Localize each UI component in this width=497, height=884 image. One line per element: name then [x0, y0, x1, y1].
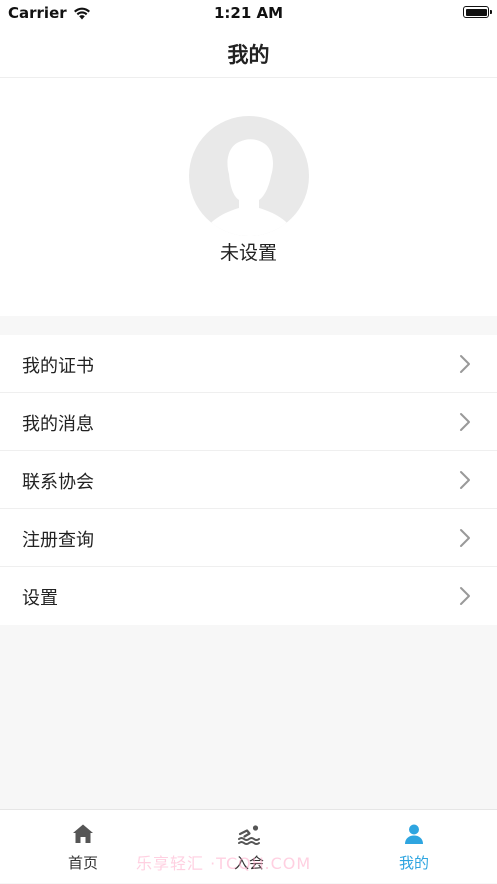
swimmer-icon	[238, 825, 260, 845]
menu-item-label: 注册查询	[22, 530, 94, 551]
battery-icon	[463, 6, 492, 18]
menu-item-contact-association[interactable]: 联系协会	[0, 451, 497, 509]
menu-item-label: 我的证书	[22, 356, 94, 377]
chevron-right-icon	[460, 471, 470, 489]
chevron-right-icon	[460, 355, 470, 373]
menu-item-messages[interactable]: 我的消息	[0, 393, 497, 451]
menu-item-registration-query[interactable]: 注册查询	[0, 509, 497, 567]
page-title: 我的	[227, 43, 270, 67]
home-icon	[73, 824, 93, 843]
navigation-bar: 我的	[0, 26, 497, 78]
user-name[interactable]: 未设置	[0, 238, 497, 265]
menu-item-certificates[interactable]: 我的证书	[0, 335, 497, 393]
status-time: 1:21 AM	[213, 4, 284, 22]
avatar-placeholder-icon[interactable]	[189, 116, 309, 236]
tab-mine[interactable]: 我的	[354, 810, 474, 884]
chevron-right-icon	[460, 529, 470, 547]
user-icon	[405, 824, 423, 844]
watermark-text: 乐享轻汇 ·TCQH.COM	[136, 854, 312, 873]
settings-menu: 我的证书 我的消息 联系协会 注册查询 设置	[0, 335, 497, 625]
menu-item-label: 设置	[22, 588, 58, 609]
status-bar: Carrier 1:21 AM	[0, 0, 497, 26]
tab-label: 我的	[398, 854, 429, 872]
tab-home[interactable]: 首页	[23, 810, 143, 884]
profile-header: 未设置	[0, 78, 497, 316]
tab-label: 首页	[67, 854, 98, 872]
chevron-right-icon	[460, 587, 470, 605]
menu-item-label: 联系协会	[22, 472, 94, 493]
menu-item-label: 我的消息	[22, 414, 94, 435]
menu-item-settings[interactable]: 设置	[0, 567, 497, 625]
chevron-right-icon	[460, 413, 470, 431]
